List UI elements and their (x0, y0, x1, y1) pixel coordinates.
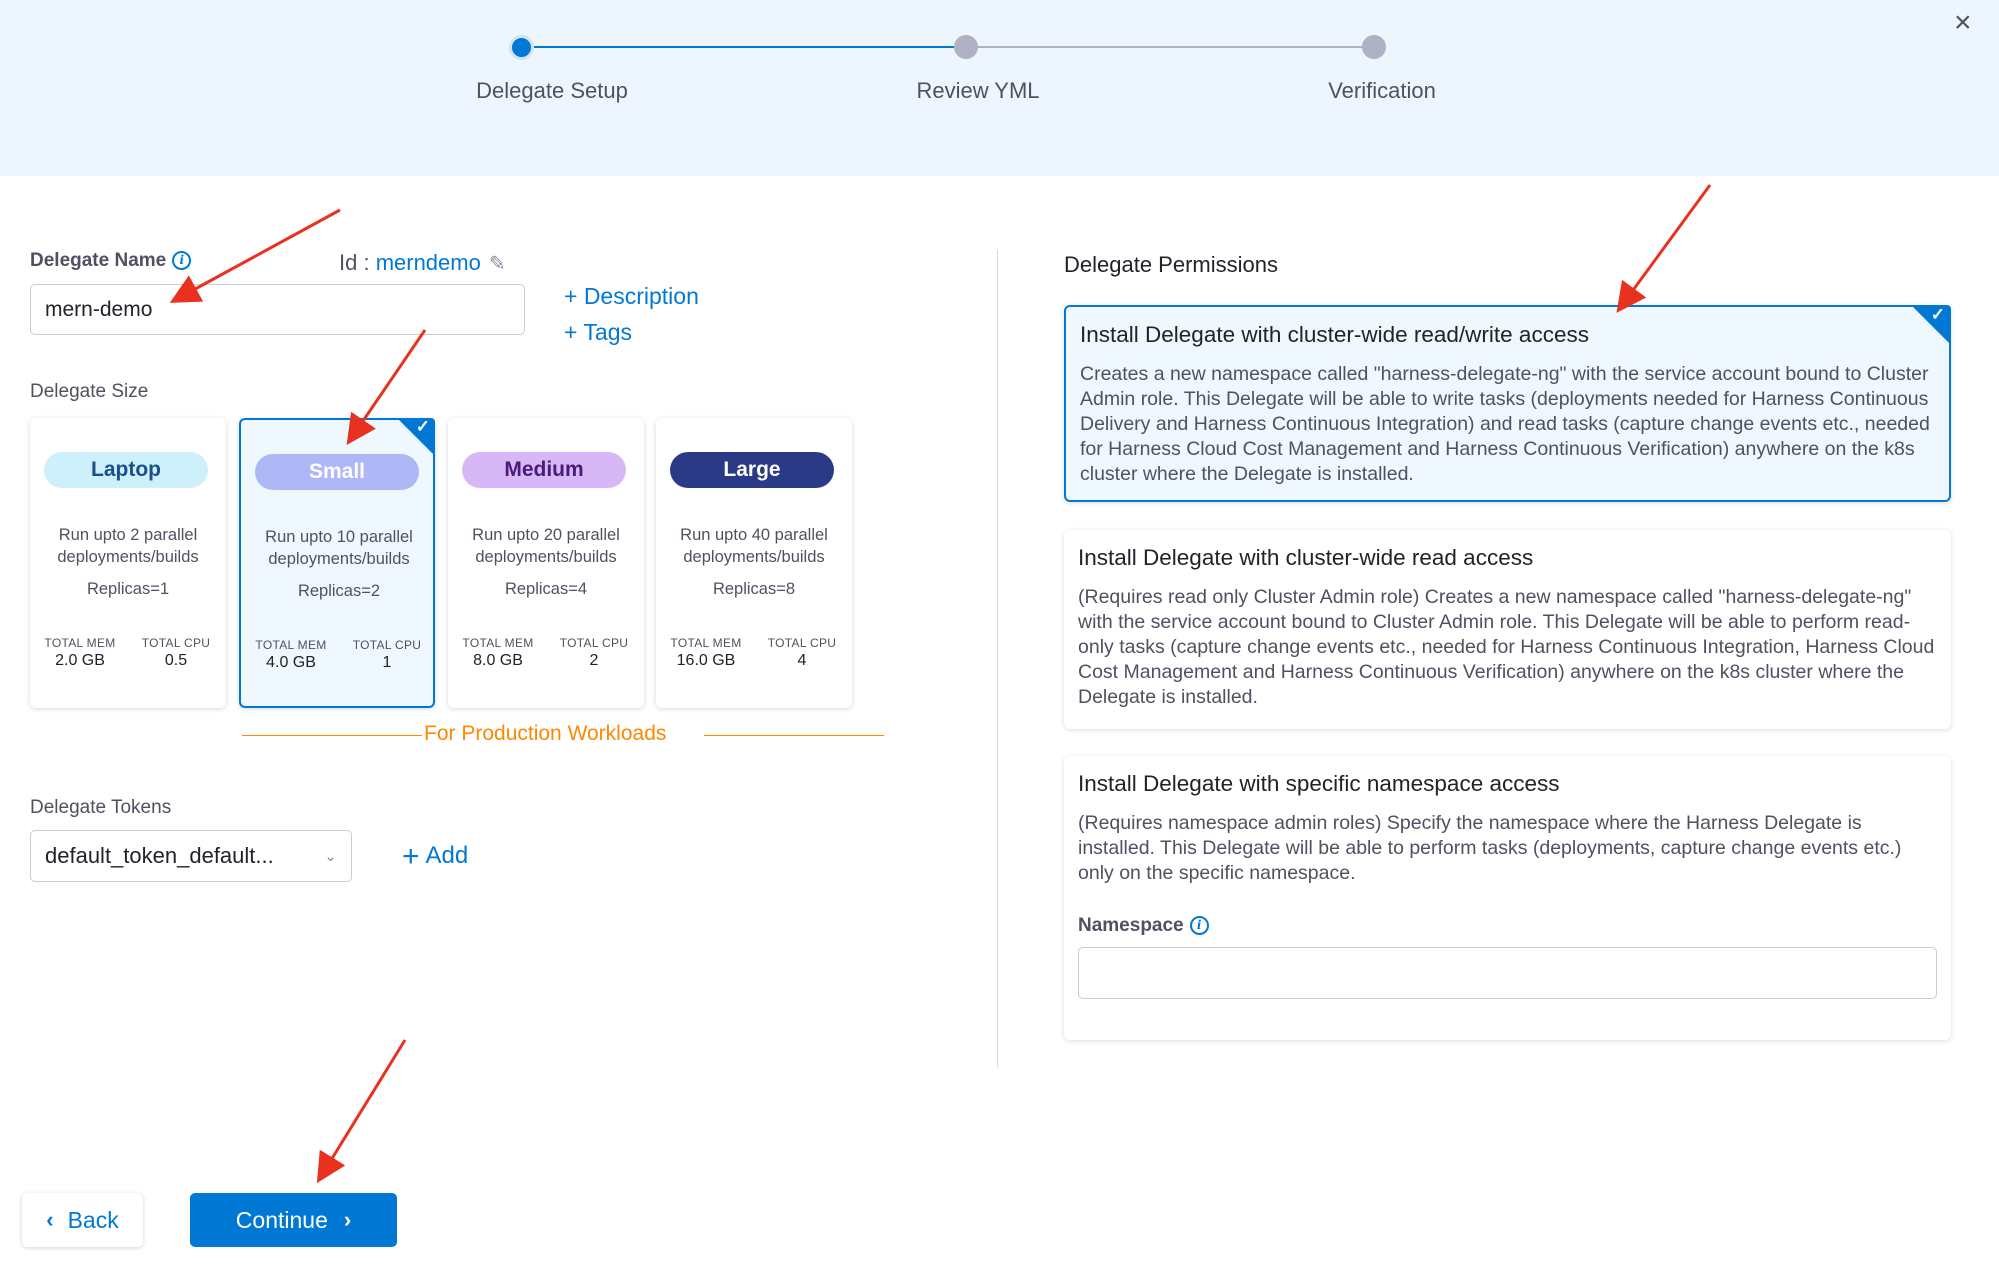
total-cpu-value: 2 (589, 652, 599, 669)
add-token-label: Add (425, 842, 469, 869)
total-cpu-stat: TOTAL CPU 4 (756, 636, 848, 670)
delegate-name-value: mern-demo (45, 297, 153, 321)
permission-description: (Requires read only Cluster Admin role) … (1078, 586, 1935, 708)
check-icon: ✓ (415, 417, 430, 436)
total-mem-label: TOTAL MEM (44, 636, 116, 650)
total-cpu-stat: TOTAL CPU 2 (548, 636, 640, 670)
total-cpu-value: 1 (382, 654, 392, 671)
size-card-large[interactable]: Large Run upto 40 parallel deployments/bu… (656, 418, 852, 708)
step-dot-verification[interactable] (1362, 35, 1386, 59)
size-replicas: Replicas=1 (86, 580, 170, 598)
continue-label: Continue (235, 1206, 328, 1233)
size-description: Run upto 40 parallel deployments/builds (680, 526, 828, 566)
permission-heading: Install Delegate with cluster-wide read … (1078, 545, 1534, 570)
total-mem-label: TOTAL MEM (255, 638, 327, 652)
add-tags-link[interactable]: + Tags (564, 319, 632, 346)
permission-option-read-write[interactable]: ✓ Install Delegate with cluster-wide rea… (1064, 305, 1951, 502)
total-mem-stat: TOTAL MEM 8.0 GB (452, 636, 544, 670)
total-cpu-value: 4 (797, 652, 807, 669)
delegate-token-value: default_token_default... (45, 843, 274, 868)
step-label-verification[interactable]: Verification (1328, 78, 1436, 104)
step-label-delegate-setup[interactable]: Delegate Setup (476, 78, 628, 104)
permission-heading: Install Delegate with cluster-wide read/… (1080, 322, 1589, 347)
total-mem-label: TOTAL MEM (462, 636, 534, 650)
delegate-name-label: Delegate Name i (30, 250, 192, 272)
total-cpu-label: TOTAL CPU (767, 636, 837, 650)
total-cpu-value: 0.5 (164, 652, 188, 669)
chevron-right-icon: › (343, 1207, 352, 1232)
total-mem-stat: TOTAL MEM 16.0 GB (660, 636, 752, 670)
add-description-link[interactable]: + Description (564, 283, 699, 310)
size-pill: Laptop (44, 452, 208, 488)
total-cpu-stat: TOTAL CPU 0.5 (130, 636, 222, 670)
size-description: Run upto 2 parallel deployments/builds (57, 526, 199, 566)
wizard-header: Delegate Setup Review YML Verification × (0, 0, 1999, 176)
total-cpu-label: TOTAL CPU (559, 636, 629, 650)
step-label-review-yml[interactable]: Review YML (916, 78, 1039, 104)
delegate-name-label-text: Delegate Name (30, 250, 167, 271)
size-replicas: Replicas=8 (712, 580, 796, 598)
total-mem-stat: TOTAL MEM 4.0 GB (245, 638, 337, 672)
total-cpu-label: TOTAL CPU (352, 638, 422, 652)
total-mem-stat: TOTAL MEM 2.0 GB (34, 636, 126, 670)
total-mem-value: 4.0 GB (266, 654, 316, 671)
stepper-progress-line (521, 46, 966, 48)
size-replicas: Replicas=2 (297, 582, 381, 600)
permission-description: (Requires namespace admin roles) Specify… (1078, 812, 1902, 884)
delegate-id-prefix: Id : (339, 250, 376, 275)
production-bracket-right (704, 735, 884, 736)
info-icon[interactable]: i (1189, 916, 1209, 936)
delegate-token-select[interactable]: default_token_default... ⌄ (30, 830, 352, 882)
delegate-id-value: merndemo (375, 250, 481, 275)
total-mem-label: TOTAL MEM (670, 636, 742, 650)
size-description: Run upto 10 parallel deployments/builds (265, 528, 413, 568)
size-replicas: Replicas=4 (504, 580, 588, 598)
permission-heading: Install Delegate with specific namespace… (1078, 771, 1560, 796)
delegate-tokens-label: Delegate Tokens (30, 797, 172, 818)
production-bracket-left (242, 735, 422, 736)
size-card-medium[interactable]: Medium Run upto 20 parallel deployments/b… (448, 418, 644, 708)
production-workloads-label: For Production Workloads (424, 722, 667, 745)
size-pill: Small (255, 454, 419, 490)
back-label: Back (67, 1206, 119, 1233)
size-pill: Large (670, 452, 834, 488)
total-mem-value: 8.0 GB (473, 652, 523, 669)
back-button[interactable]: ‹ Back (22, 1193, 143, 1247)
chevron-down-icon: ⌄ (324, 848, 337, 865)
delegate-size-label: Delegate Size (30, 381, 149, 402)
close-icon[interactable]: × (1954, 8, 1972, 38)
continue-button[interactable]: Continue › (190, 1193, 397, 1247)
annotation-arrow (316, 1039, 407, 1184)
permission-description: Creates a new namespace called "harness-… (1080, 363, 1930, 485)
permission-option-read[interactable]: Install Delegate with cluster-wide read … (1064, 530, 1951, 729)
size-pill: Medium (462, 452, 626, 488)
add-token-button[interactable]: + Add (402, 840, 468, 874)
plus-icon: + (402, 840, 420, 873)
namespace-label: Namespace i (1078, 915, 1209, 937)
column-divider (997, 250, 998, 1068)
delegate-id-row: Id : merndemo ✎ (339, 250, 506, 276)
namespace-label-text: Namespace (1078, 915, 1184, 936)
stepper-remaining-line (966, 46, 1374, 48)
annotation-arrow (1616, 184, 1712, 313)
size-card-laptop[interactable]: Laptop Run upto 2 parallel deployments/bu… (30, 418, 226, 708)
total-mem-value: 2.0 GB (55, 652, 105, 669)
chevron-left-icon: ‹ (46, 1207, 54, 1232)
size-description: Run upto 20 parallel deployments/builds (472, 526, 620, 566)
info-icon[interactable]: i (172, 251, 192, 271)
total-cpu-label: TOTAL CPU (141, 636, 211, 650)
step-dot-delegate-setup[interactable] (509, 35, 534, 60)
step-dot-review-yml[interactable] (954, 35, 978, 59)
delegate-permissions-title: Delegate Permissions (1064, 252, 1278, 277)
size-card-small[interactable]: ✓ Small Run upto 10 parallel deployments/b… (239, 417, 435, 708)
delegate-name-input[interactable]: mern-demo (30, 284, 525, 335)
check-icon: ✓ (1930, 305, 1945, 324)
pencil-icon[interactable]: ✎ (489, 251, 506, 276)
total-cpu-stat: TOTAL CPU 1 (341, 638, 433, 672)
namespace-input[interactable] (1078, 947, 1937, 999)
total-mem-value: 16.0 GB (676, 652, 736, 669)
